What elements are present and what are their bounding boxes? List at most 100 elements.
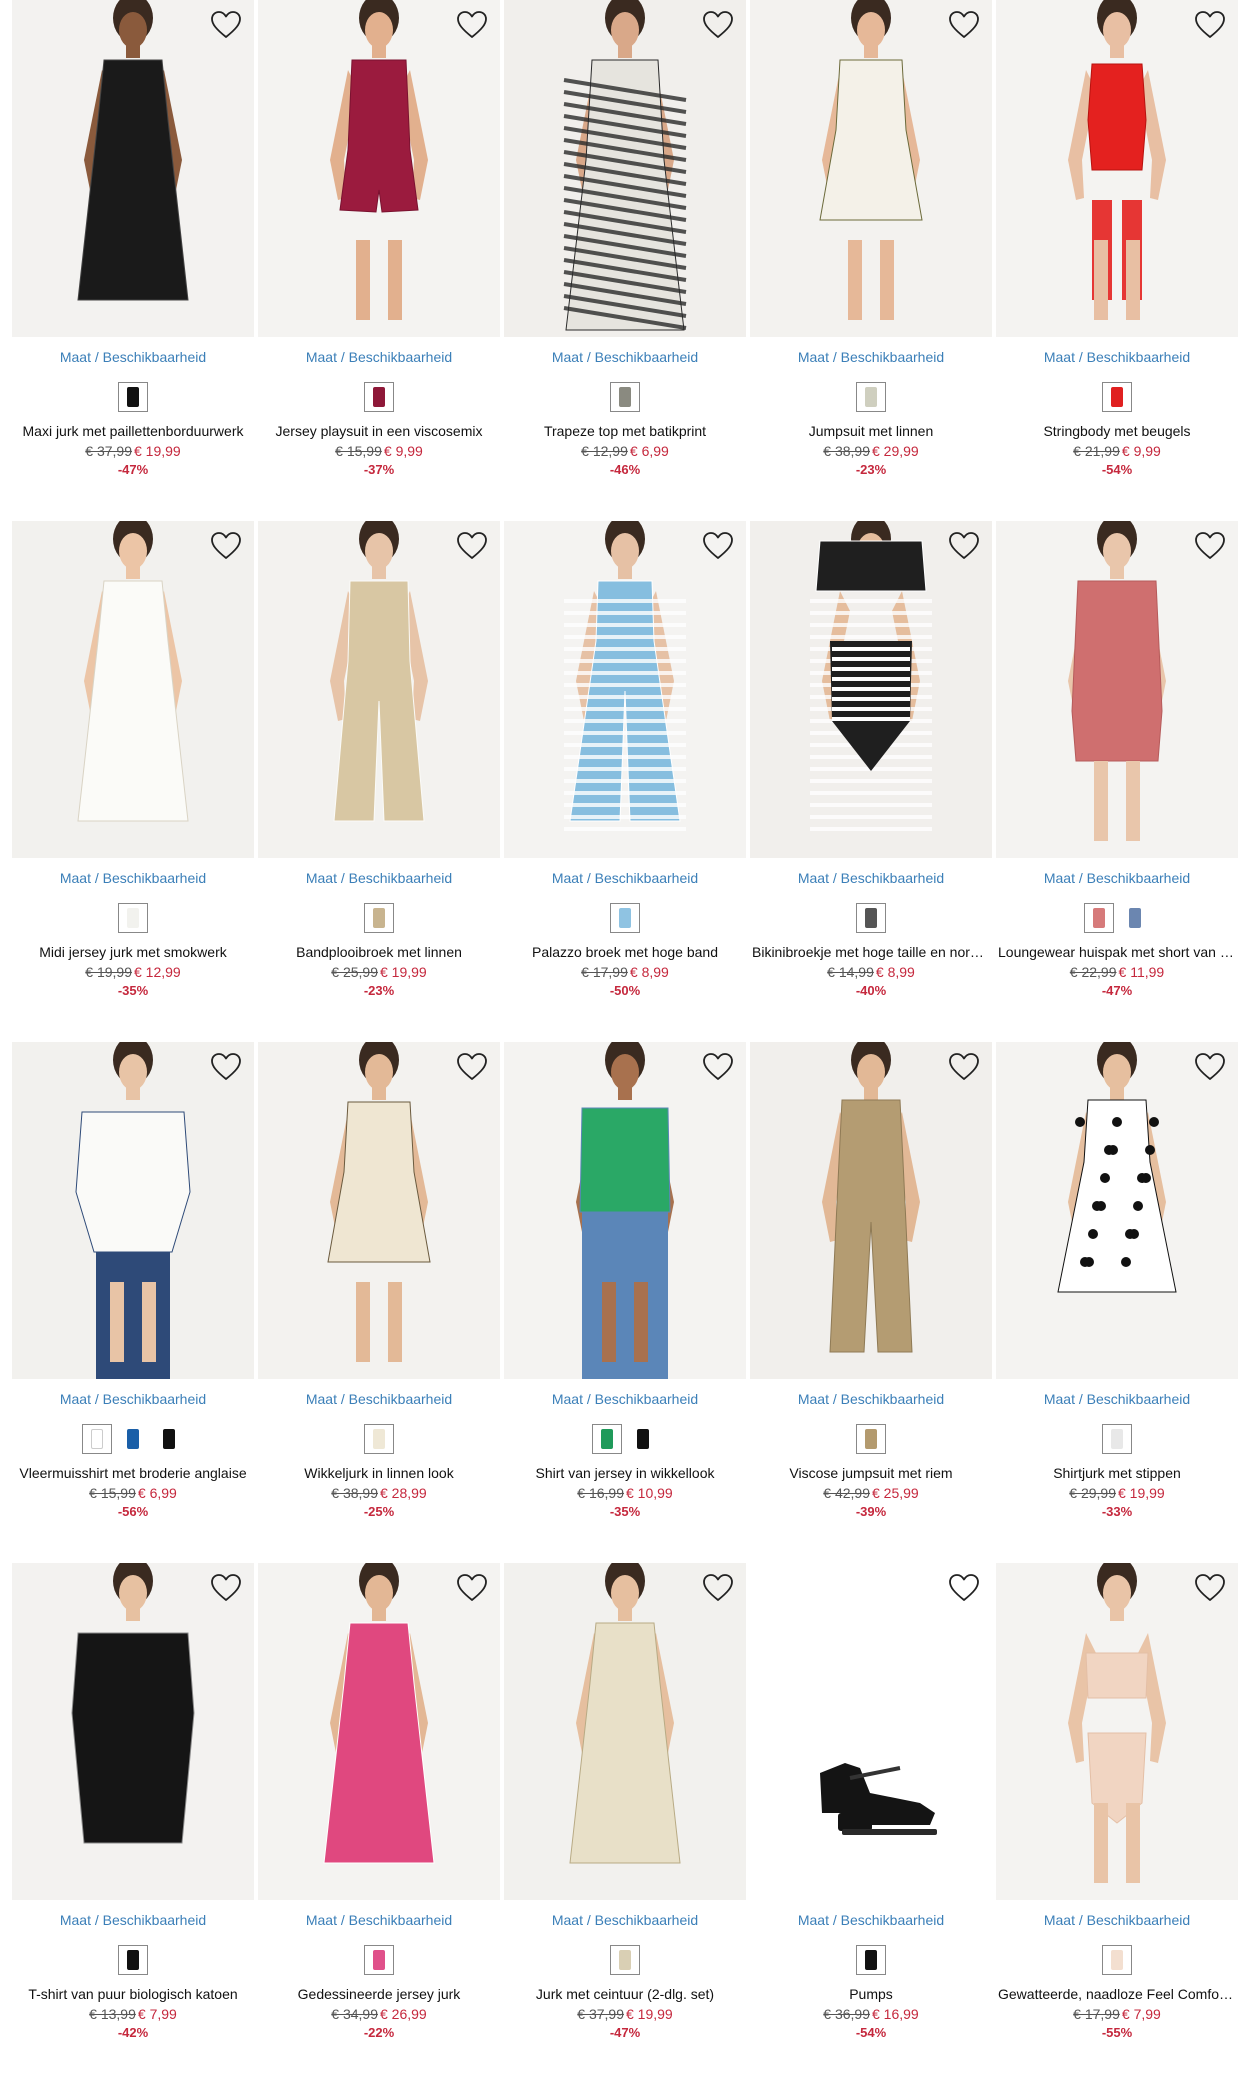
color-swatch[interactable] [118,903,148,933]
product-card[interactable]: Maat / Beschikbaarheid Midi jersey jurk m… [12,521,254,1002]
product-name[interactable]: Vleermuisshirt met broderie anglaise [12,1464,254,1482]
size-availability-link[interactable]: Maat / Beschikbaarheid [504,870,746,887]
size-availability-link[interactable]: Maat / Beschikbaarheid [996,1912,1238,1929]
color-swatch[interactable] [118,1945,148,1975]
wishlist-heart-icon[interactable] [456,1573,488,1603]
size-availability-link[interactable]: Maat / Beschikbaarheid [258,1912,500,1929]
size-availability-link[interactable]: Maat / Beschikbaarheid [12,1912,254,1929]
product-card[interactable]: Maat / Beschikbaarheid Gewatteerde, naadl… [996,1563,1238,2044]
color-swatch[interactable] [1120,903,1150,933]
product-name[interactable]: Gedessineerde jersey jurk [258,1985,500,2003]
product-card[interactable]: Maat / Beschikbaarheid Maxi jurk met pail… [12,0,254,481]
wishlist-heart-icon[interactable] [210,1573,242,1603]
size-availability-link[interactable]: Maat / Beschikbaarheid [504,1391,746,1408]
wishlist-heart-icon[interactable] [456,1052,488,1082]
product-card[interactable]: Maat / Beschikbaarheid Viscose jumpsuit m… [750,1042,992,1523]
product-name[interactable]: Shirtjurk met stippen [996,1464,1238,1482]
size-availability-link[interactable]: Maat / Beschikbaarheid [504,349,746,366]
product-image[interactable] [258,521,500,858]
product-name[interactable]: Midi jersey jurk met smokwerk [12,943,254,961]
product-name[interactable]: Bandplooibroek met linnen [258,943,500,961]
product-card[interactable]: Maat / Beschikbaarheid Jurk met ceintuur … [504,1563,746,2044]
color-swatch[interactable] [118,382,148,412]
wishlist-heart-icon[interactable] [210,10,242,40]
color-swatch[interactable] [1102,1424,1132,1454]
product-image[interactable] [750,0,992,337]
color-swatch[interactable] [118,1424,148,1454]
size-availability-link[interactable]: Maat / Beschikbaarheid [258,1391,500,1408]
wishlist-heart-icon[interactable] [210,1052,242,1082]
size-availability-link[interactable]: Maat / Beschikbaarheid [504,1912,746,1929]
product-image[interactable] [12,1563,254,1900]
size-availability-link[interactable]: Maat / Beschikbaarheid [258,349,500,366]
product-card[interactable]: Maat / Beschikbaarheid T-shirt van puur b… [12,1563,254,2044]
product-image[interactable] [12,521,254,858]
wishlist-heart-icon[interactable] [1194,1052,1226,1082]
product-image[interactable] [996,1042,1238,1379]
product-card[interactable]: Maat / Beschikbaarheid Shirt van jersey i… [504,1042,746,1523]
product-card[interactable]: Maat / Beschikbaarheid Pumps € 36,99 € 16,9… [750,1563,992,2044]
wishlist-heart-icon[interactable] [702,531,734,561]
product-name[interactable]: Jurk met ceintuur (2-dlg. set) [504,1985,746,2003]
size-availability-link[interactable]: Maat / Beschikbaarheid [996,870,1238,887]
product-name[interactable]: Shirt van jersey in wikkellook [504,1464,746,1482]
wishlist-heart-icon[interactable] [1194,10,1226,40]
wishlist-heart-icon[interactable] [948,531,980,561]
product-image[interactable] [258,0,500,337]
color-swatch[interactable] [364,1424,394,1454]
wishlist-heart-icon[interactable] [702,10,734,40]
product-name[interactable]: Loungewear huispak met short van viscose [996,943,1238,961]
product-image[interactable] [996,0,1238,337]
color-swatch[interactable] [856,1424,886,1454]
product-name[interactable]: Jersey playsuit in een viscosemix [258,422,500,440]
size-availability-link[interactable]: Maat / Beschikbaarheid [750,349,992,366]
size-availability-link[interactable]: Maat / Beschikbaarheid [750,870,992,887]
product-name[interactable]: Jumpsuit met linnen [750,422,992,440]
product-image[interactable] [504,1042,746,1379]
product-card[interactable]: Maat / Beschikbaarheid Jumpsuit met linne… [750,0,992,481]
product-card[interactable]: Maat / Beschikbaarheid Stringbody met beu… [996,0,1238,481]
product-name[interactable]: Gewatteerde, naadloze Feel Comfort beha [996,1985,1238,2003]
wishlist-heart-icon[interactable] [1194,1573,1226,1603]
product-image[interactable] [258,1042,500,1379]
product-name[interactable]: Wikkeljurk in linnen look [258,1464,500,1482]
size-availability-link[interactable]: Maat / Beschikbaarheid [12,870,254,887]
size-availability-link[interactable]: Maat / Beschikbaarheid [12,349,254,366]
product-image[interactable] [12,0,254,337]
wishlist-heart-icon[interactable] [210,531,242,561]
product-image[interactable] [504,521,746,858]
color-swatch[interactable] [628,1424,658,1454]
product-card[interactable]: Maat / Beschikbaarheid Trapeze top met ba… [504,0,746,481]
color-swatch[interactable] [856,382,886,412]
product-image[interactable] [504,1563,746,1900]
product-name[interactable]: Pumps [750,1985,992,2003]
color-swatch[interactable] [1102,1945,1132,1975]
product-card[interactable]: Maat / Beschikbaarheid Wikkeljurk in linn… [258,1042,500,1523]
color-swatch[interactable] [610,903,640,933]
product-card[interactable]: Maat / Beschikbaarheid Vleermuisshirt met… [12,1042,254,1523]
product-name[interactable]: Bikinibroekje met hoge taille en normale… [750,943,992,961]
product-image[interactable] [258,1563,500,1900]
size-availability-link[interactable]: Maat / Beschikbaarheid [996,1391,1238,1408]
product-card[interactable]: Maat / Beschikbaarheid Bikinibroekje met … [750,521,992,1002]
product-card[interactable]: Maat / Beschikbaarheid Jersey playsuit in… [258,0,500,481]
color-swatch[interactable] [610,382,640,412]
product-image[interactable] [996,521,1238,858]
color-swatch[interactable] [856,1945,886,1975]
size-availability-link[interactable]: Maat / Beschikbaarheid [12,1391,254,1408]
wishlist-heart-icon[interactable] [1194,531,1226,561]
wishlist-heart-icon[interactable] [702,1052,734,1082]
size-availability-link[interactable]: Maat / Beschikbaarheid [750,1391,992,1408]
wishlist-heart-icon[interactable] [948,1052,980,1082]
color-swatch[interactable] [1084,903,1114,933]
product-name[interactable]: T-shirt van puur biologisch katoen [12,1985,254,2003]
color-swatch[interactable] [1102,382,1132,412]
product-name[interactable]: Trapeze top met batikprint [504,422,746,440]
color-swatch[interactable] [856,903,886,933]
color-swatch[interactable] [364,382,394,412]
color-swatch[interactable] [154,1424,184,1454]
product-image[interactable] [750,1042,992,1379]
product-name[interactable]: Palazzo broek met hoge band [504,943,746,961]
color-swatch[interactable] [82,1424,112,1454]
color-swatch[interactable] [610,1945,640,1975]
